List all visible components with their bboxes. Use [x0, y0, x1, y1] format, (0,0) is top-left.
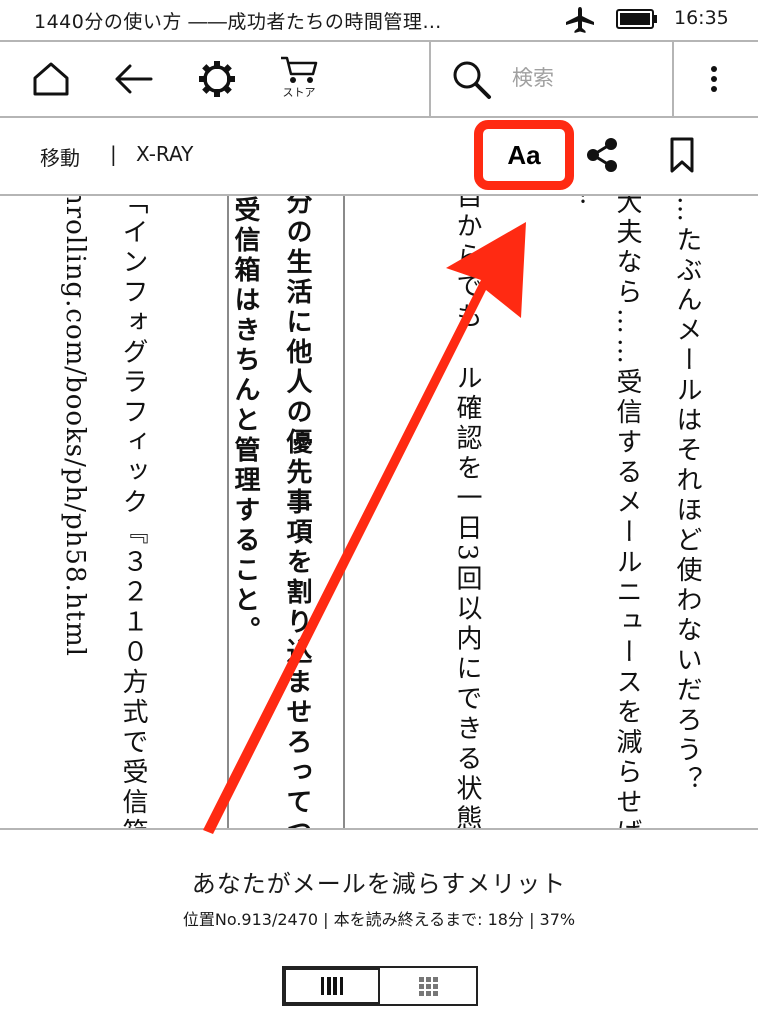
- toolbar-divider: [672, 42, 674, 116]
- more-vertical-icon: [711, 66, 717, 92]
- text-column: ？: [560, 196, 590, 212]
- separator: |: [110, 142, 117, 166]
- bookmark-button[interactable]: [666, 116, 698, 194]
- column-rule: [227, 196, 229, 828]
- text-column: 受信箱はきちんと管理すること。: [230, 196, 260, 646]
- battery-icon: [616, 9, 657, 29]
- settings-button[interactable]: [192, 42, 242, 116]
- reading-progress: 位置No.913/2470 | 本を読み終えるまで: 18分 | 37%: [182, 910, 576, 929]
- page-view-icon: [321, 977, 343, 995]
- top-toolbar: ストア 検索: [0, 40, 758, 118]
- text-column: 「インフォグラフィック『３２１０方式で受信箱を空に: [118, 196, 148, 828]
- search-input[interactable]: 検索: [512, 62, 554, 92]
- toolbar-divider: [429, 42, 431, 116]
- bookmark-icon: [670, 137, 694, 173]
- text-column: …たぶんメールはそれほど使わないだろう？: [672, 196, 702, 796]
- search-button[interactable]: [444, 42, 498, 116]
- share-button[interactable]: [584, 116, 620, 194]
- xray-button[interactable]: X-RAY: [136, 142, 193, 166]
- reading-footer: あなたがメールを減らすメリット 位置No.913/2470 | 本を読み終えるま…: [0, 828, 758, 1026]
- text-column: 分の生活に他人の優先事項を割り込ませろってつけの方: [282, 196, 312, 828]
- gear-icon: [199, 61, 235, 97]
- text-column: nrolling.com/books/ph/ph58.html: [60, 196, 90, 657]
- grid-icon: [419, 977, 438, 996]
- store-button[interactable]: ストア: [274, 42, 324, 116]
- search-icon: [453, 61, 491, 99]
- back-arrow-icon: [115, 64, 153, 94]
- view-toggle: [282, 966, 478, 1006]
- cart-icon: [281, 56, 318, 83]
- book-title: 1440分の使い方 ――成功者たちの時間管理…: [34, 11, 442, 33]
- column-rule: [343, 196, 345, 828]
- clock: 16:35: [674, 7, 729, 29]
- store-label: ストア: [282, 86, 316, 99]
- chapter-title: あなたがメールを減らすメリット: [191, 870, 567, 898]
- airplane-mode-icon: [566, 7, 594, 33]
- home-icon: [33, 62, 69, 96]
- font-settings-button[interactable]: Aa: [474, 120, 574, 190]
- share-icon: [587, 138, 617, 172]
- book-page[interactable]: …たぶんメールはそれほど使わないだろう？ 大夫なら……受信するメールニュースを減…: [0, 196, 758, 828]
- status-bar: 1440分の使い方 ――成功者たちの時間管理… 16:35: [0, 0, 758, 38]
- text-column: ル確認を一日3回以内にできる状態にな: [452, 364, 482, 828]
- reader-toolbar: 移動 | X-RAY: [0, 116, 758, 196]
- page-view-button[interactable]: [284, 968, 380, 1004]
- home-button[interactable]: [26, 42, 76, 116]
- text-column: 大夫なら……受信するメールニュースを減らせば、もっと: [612, 196, 642, 828]
- grid-view-button[interactable]: [380, 968, 476, 1004]
- goto-button[interactable]: 移動: [40, 142, 80, 171]
- back-button[interactable]: [108, 42, 158, 116]
- font-settings-label: Aa: [507, 139, 541, 170]
- menu-button[interactable]: [694, 42, 734, 116]
